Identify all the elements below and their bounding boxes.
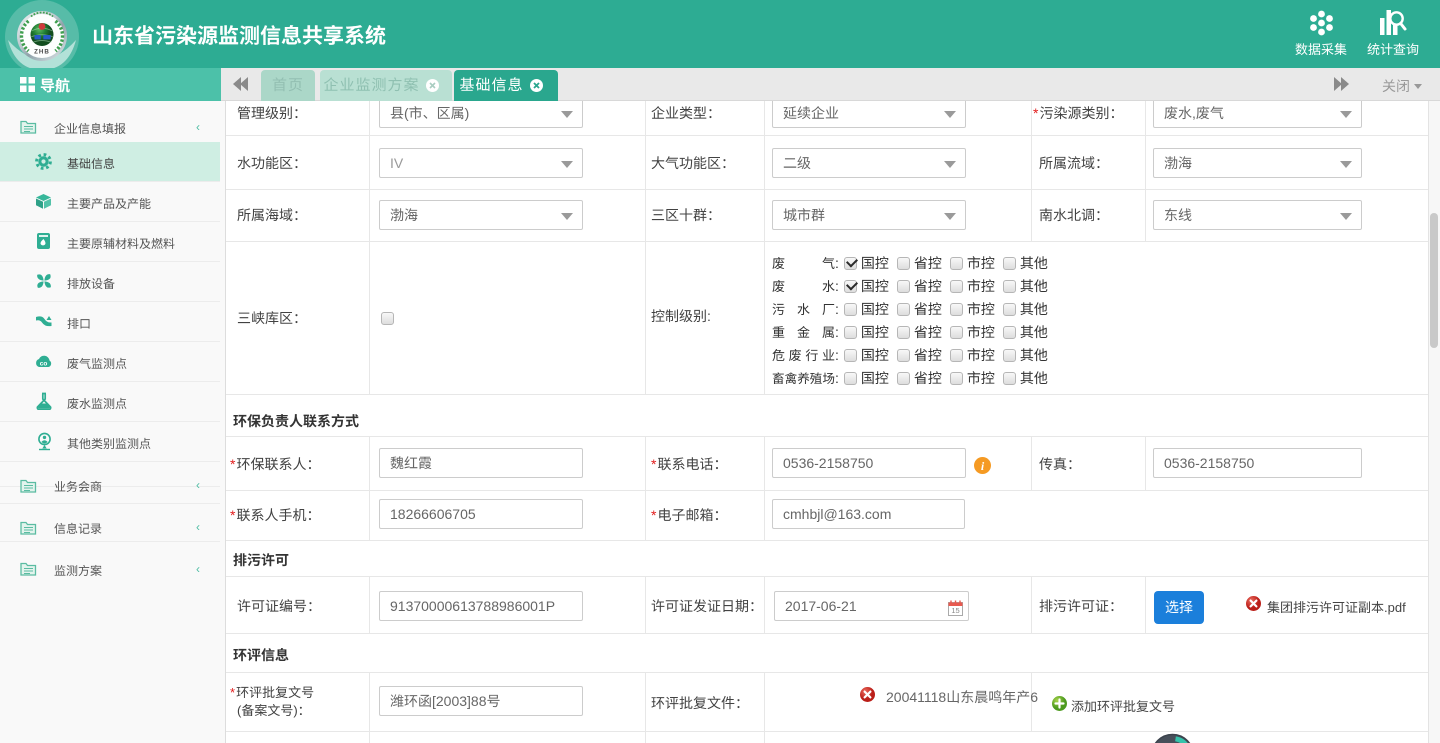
svg-text:15: 15 [951, 606, 959, 615]
svg-text:co: co [40, 361, 48, 368]
svg-text:ZHB: ZHB [34, 49, 50, 56]
